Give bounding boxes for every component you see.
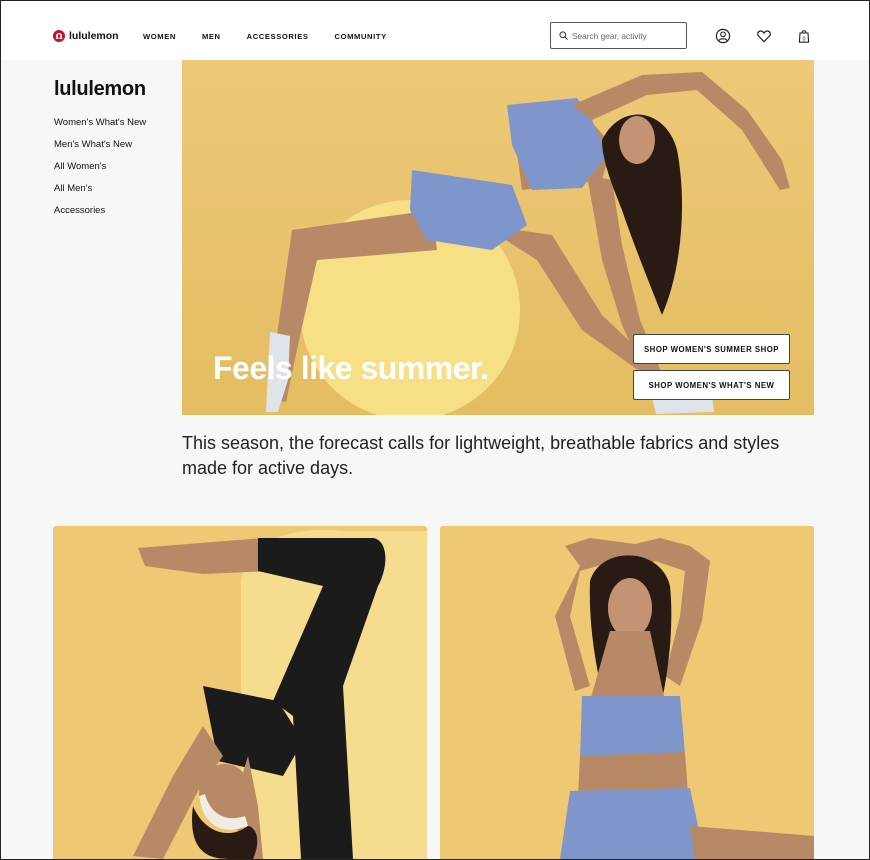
heart-icon[interactable] (756, 28, 772, 44)
bag-count: 0 (802, 36, 805, 42)
promo-image-black-outfit (53, 526, 427, 859)
nav-women[interactable]: WOMEN (143, 32, 176, 41)
promo-image-blue-outfit (440, 526, 814, 859)
main-nav: WOMEN MEN ACCESSORIES COMMUNITY (143, 32, 413, 41)
logo[interactable]: Ω lululemon (53, 30, 119, 42)
shop-womens-summer-shop-button[interactable]: SHOP WOMEN'S SUMMER SHOP (633, 334, 790, 364)
sidebar-item-womens-whats-new[interactable]: Women's What's New (54, 117, 146, 139)
sidebar-item-all-womens[interactable]: All Women's (54, 161, 146, 183)
nav-men[interactable]: MEN (202, 32, 221, 41)
account-icon[interactable] (715, 28, 731, 44)
search-box (550, 22, 687, 49)
search-input[interactable] (572, 30, 680, 41)
promo-card-left[interactable] (53, 526, 427, 859)
page-frame: Ω lululemon WOMEN MEN ACCESSORIES COMMUN… (0, 0, 870, 860)
sidebar-item-accessories[interactable]: Accessories (54, 205, 146, 227)
sidebar-item-all-mens[interactable]: All Men's (54, 183, 146, 205)
shop-womens-whats-new-button[interactable]: SHOP WOMEN'S WHAT'S NEW (633, 370, 790, 400)
sidebar-brand-title: lululemon (54, 78, 146, 100)
sidebar-item-mens-whats-new[interactable]: Men's What's New (54, 139, 146, 161)
hero-headline: Feels like summer. (213, 350, 489, 386)
intro-paragraph: This season, the forecast calls for ligh… (182, 433, 780, 478)
search-icon (559, 31, 568, 40)
sidebar-menu: Women's What's New Men's What's New All … (54, 117, 146, 227)
hero-banner[interactable]: Feels like summer. SHOP WOMEN'S SUMMER S… (182, 60, 814, 415)
shopping-bag-icon[interactable]: 0 (796, 28, 812, 44)
lululemon-logo-icon: Ω (53, 30, 65, 42)
promo-card-right[interactable] (440, 526, 814, 859)
top-header: Ω lululemon WOMEN MEN ACCESSORIES COMMUN… (1, 1, 869, 60)
logo-text: lululemon (69, 30, 119, 42)
nav-accessories[interactable]: ACCESSORIES (247, 32, 309, 41)
nav-community[interactable]: COMMUNITY (335, 32, 387, 41)
